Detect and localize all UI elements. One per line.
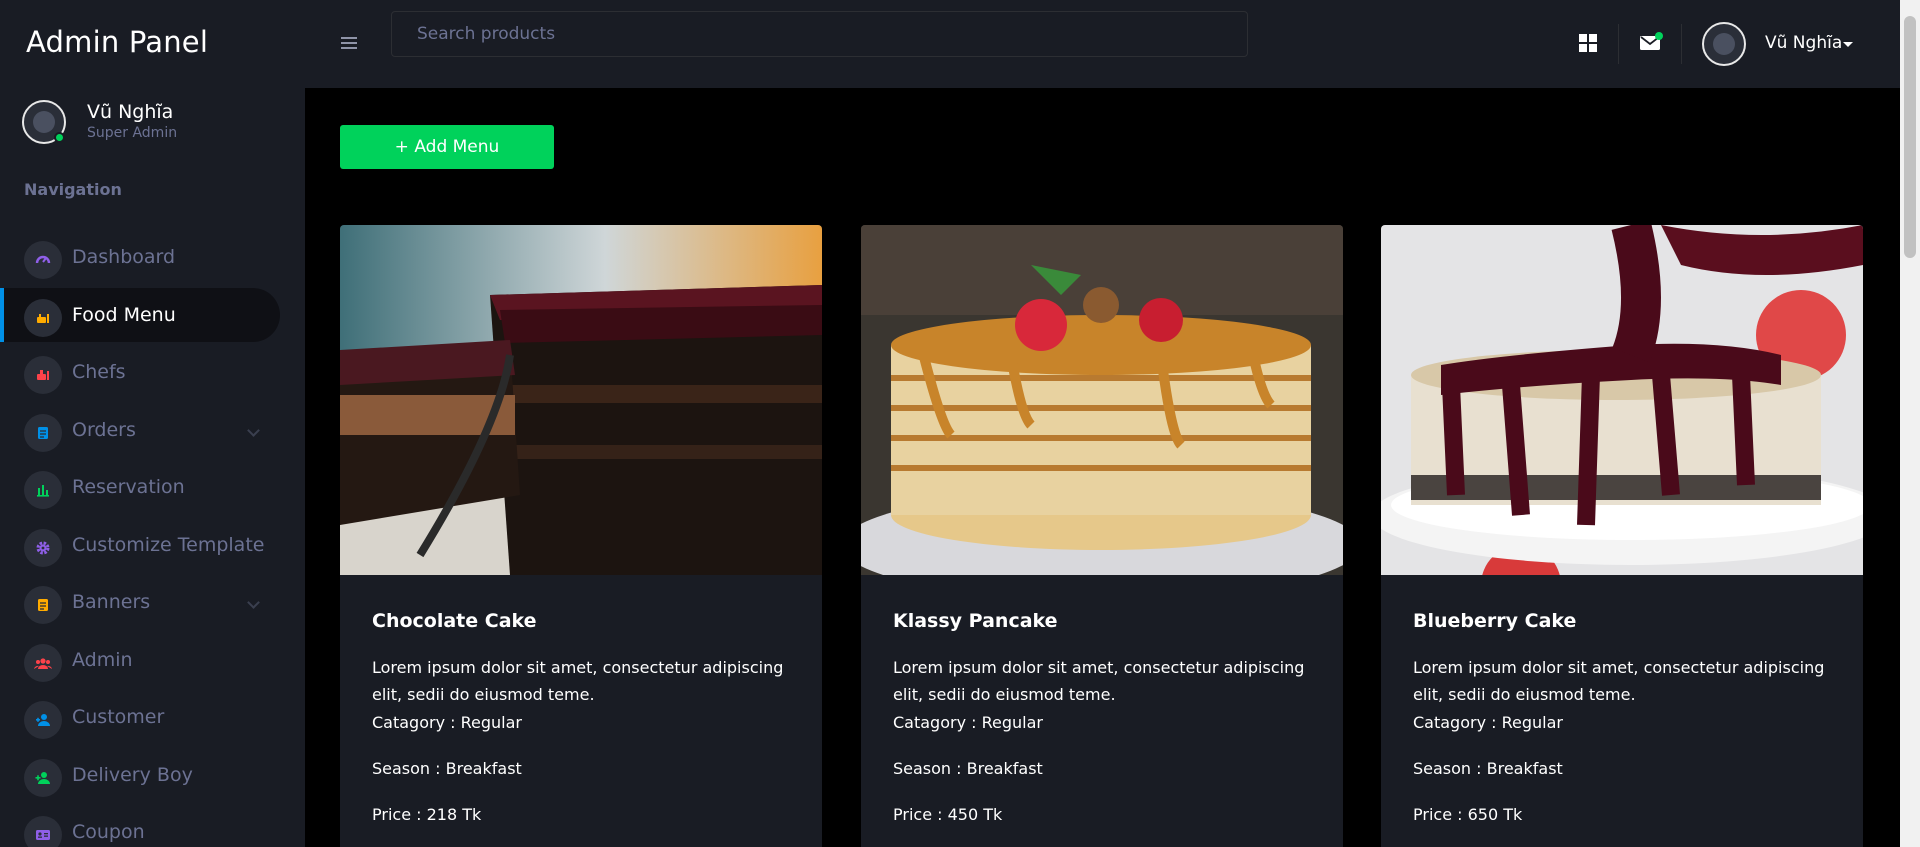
gear-icon — [24, 528, 62, 567]
notification-dot — [1655, 32, 1663, 40]
main-content: + Add Menu Chocolate Cake Lorem ipsum do… — [305, 88, 1900, 847]
sidebar-item-reservation[interactable]: Reservation — [0, 458, 305, 516]
card-icon — [24, 816, 62, 847]
scrollbar-thumb[interactable] — [1904, 16, 1916, 258]
chart-bar-icon — [24, 471, 62, 509]
sidebar-item-label: Admin — [72, 648, 133, 671]
sidebar-item-banners[interactable]: Banners — [0, 573, 305, 631]
clipboard-icon — [24, 413, 62, 452]
user-menu-name[interactable]: Vũ Nghĩa — [1765, 33, 1842, 53]
speedometer-icon — [24, 241, 62, 279]
card-description: Lorem ipsum dolor sit amet, consectetur … — [372, 658, 784, 704]
topbar: Vũ Nghĩa — [305, 0, 1900, 88]
card-price: Price : 450 Tk — [893, 805, 1003, 824]
grid-icon[interactable] — [1577, 32, 1599, 54]
profile-name: Vũ Nghĩa — [87, 101, 174, 123]
card-season: Season : Breakfast — [893, 759, 1043, 778]
chef-icon — [24, 356, 62, 394]
card-category: Catagory : Regular — [893, 713, 1043, 732]
sidebar-profile[interactable]: Vũ Nghĩa Super Admin — [22, 98, 302, 148]
card-season: Season : Breakfast — [372, 759, 522, 778]
sidebar-item-customer[interactable]: Customer — [0, 688, 305, 746]
divider — [1681, 24, 1682, 64]
card-title: Klassy Pancake — [893, 610, 1058, 632]
sidebar-item-food-menu[interactable]: Food Menu — [0, 286, 305, 344]
food-image-chocolate-cake — [340, 225, 822, 575]
sidebar-item-chefs[interactable]: Chefs — [0, 343, 305, 401]
online-status-dot — [54, 132, 65, 143]
sidebar-item-admin[interactable]: Admin — [0, 631, 305, 689]
food-image-blueberry-cake — [1381, 225, 1863, 575]
sidebar: Admin Panel Vũ Nghĩa Super Admin Navigat… — [0, 0, 305, 847]
menu-toggle-icon[interactable] — [341, 37, 357, 49]
app-root: Admin Panel Vũ Nghĩa Super Admin Navigat… — [0, 0, 1920, 847]
sidebar-item-delivery-boy[interactable]: Delivery Boy — [0, 746, 305, 804]
menu-card: Klassy Pancake Lorem ipsum dolor sit ame… — [861, 225, 1343, 847]
caret-down-icon[interactable] — [1843, 42, 1853, 47]
sidebar-item-label: Delivery Boy — [72, 763, 193, 786]
food-icon — [24, 298, 62, 337]
sidebar-item-coupon[interactable]: Coupon — [0, 803, 305, 847]
sidebar-item-dashboard[interactable]: Dashboard — [0, 228, 305, 286]
menu-card: Chocolate Cake Lorem ipsum dolor sit ame… — [340, 225, 822, 847]
users-icon — [24, 643, 62, 682]
user-icon — [24, 701, 62, 739]
divider — [1618, 24, 1619, 64]
sidebar-item-label: Orders — [72, 418, 136, 441]
card-season: Season : Breakfast — [1413, 759, 1563, 778]
page-scrollbar[interactable] — [1900, 0, 1920, 847]
sidebar-item-label: Chefs — [72, 361, 126, 383]
card-price: Price : 218 Tk — [372, 805, 482, 824]
nav-category-title: Navigation — [24, 180, 122, 199]
avatar[interactable] — [1702, 22, 1746, 66]
document-icon — [24, 586, 62, 624]
add-menu-button[interactable]: + Add Menu — [340, 125, 554, 169]
sidebar-item-orders[interactable]: Orders — [0, 401, 305, 459]
sidebar-item-label: Coupon — [72, 821, 145, 843]
brand-title[interactable]: Admin Panel — [26, 25, 208, 59]
sidebar-item-label: Reservation — [72, 476, 185, 498]
sidebar-item-customize-template[interactable]: Customize Template — [0, 516, 305, 574]
food-image-klassy-pancake — [861, 225, 1343, 575]
card-category: Catagory : Regular — [1413, 713, 1563, 732]
sidebar-item-label: Banners — [72, 591, 151, 613]
card-title: Blueberry Cake — [1413, 610, 1577, 632]
card-price: Price : 650 Tk — [1413, 805, 1523, 824]
menu-card: Blueberry Cake Lorem ipsum dolor sit ame… — [1381, 225, 1863, 847]
card-category: Catagory : Regular — [372, 713, 522, 732]
sidebar-nav: Dashboard Food Menu Chefs Orders Reserva… — [0, 228, 305, 847]
sidebar-item-label: Food Menu — [72, 303, 176, 326]
user-plus-icon — [24, 758, 62, 797]
sidebar-item-label: Dashboard — [72, 246, 176, 268]
profile-role: Super Admin — [87, 125, 178, 141]
active-indicator — [0, 287, 4, 342]
sidebar-item-label: Customer — [72, 706, 165, 728]
sidebar-item-label: Customize Template — [72, 533, 265, 556]
card-description: Lorem ipsum dolor sit amet, consectetur … — [893, 658, 1305, 704]
card-title: Chocolate Cake — [372, 610, 537, 632]
card-description: Lorem ipsum dolor sit amet, consectetur … — [1413, 658, 1825, 704]
search-input[interactable] — [391, 11, 1248, 57]
